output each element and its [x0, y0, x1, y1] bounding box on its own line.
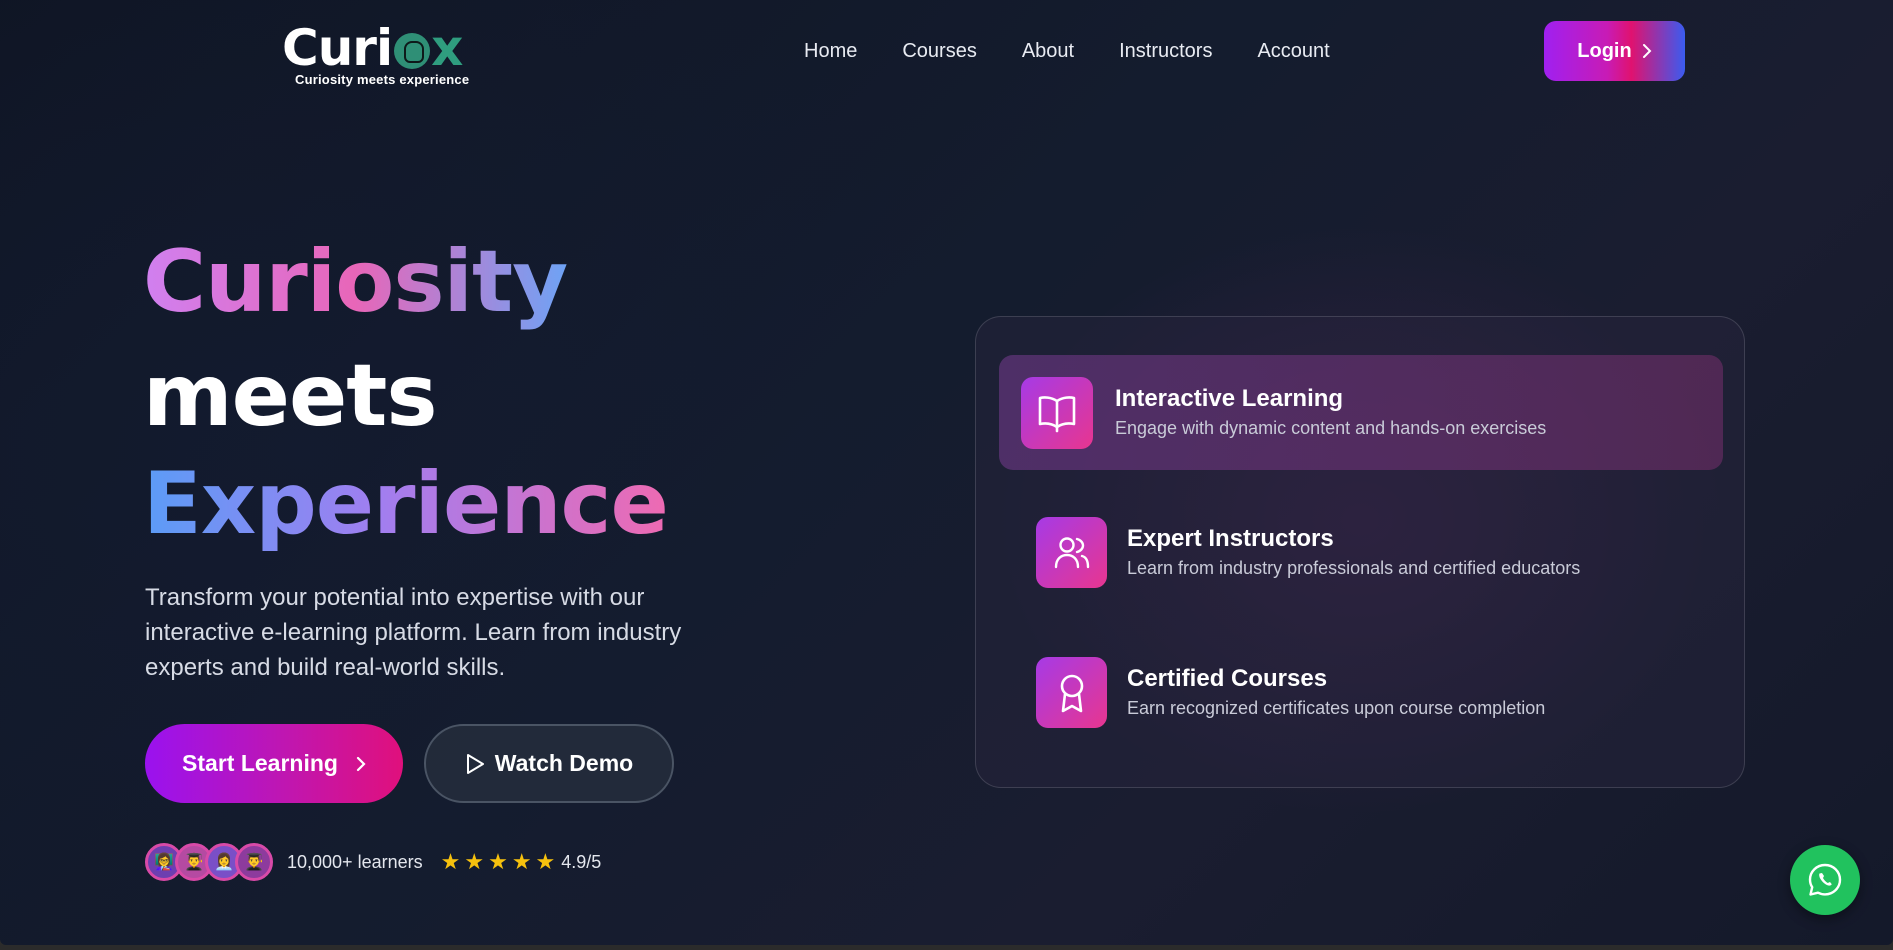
feature-desc: Earn recognized certificates upon course…: [1127, 697, 1546, 718]
hero-description: Transform your potential into expertise …: [145, 584, 682, 681]
watch-demo-button[interactable]: Watch Demo: [424, 724, 674, 803]
nav-about[interactable]: About: [1022, 40, 1074, 63]
star-icon: ★: [440, 849, 461, 874]
star-icon: ★: [464, 849, 485, 874]
feature-interactive-learning[interactable]: Interactive Learning Engage with dynamic…: [999, 355, 1723, 470]
chevron-right-icon: [356, 756, 366, 771]
feature-title: Interactive Learning: [1115, 384, 1344, 412]
social-proof: 👩‍🏫 👨‍🎓 👩‍💼 👨‍🎓 10,000+ learners ★ ★ ★ ★…: [145, 843, 601, 881]
page: Curi x Curiosity meets experience Home Co…: [0, 0, 1893, 945]
feature-title: Certified Courses: [1127, 664, 1328, 692]
chevron-right-icon: [1642, 44, 1652, 58]
star-icon: ★: [511, 849, 532, 874]
logo-text-a: Curi: [282, 19, 393, 77]
play-icon: [466, 753, 484, 774]
login-button[interactable]: Login: [1544, 21, 1685, 81]
feature-title: Expert Instructors: [1127, 524, 1334, 552]
star-icon: ★: [535, 849, 556, 874]
learner-avatars: 👩‍🏫 👨‍🎓 👩‍💼 👨‍🎓: [145, 843, 273, 881]
nav-courses[interactable]: Courses: [902, 40, 976, 63]
nav-account[interactable]: Account: [1257, 40, 1329, 63]
hero-title-line3: Experience: [143, 454, 669, 554]
nav-instructors[interactable]: Instructors: [1119, 40, 1212, 63]
rating-value: 4.9/5: [561, 851, 602, 872]
start-learning-button[interactable]: Start Learning: [145, 724, 403, 803]
feature-certified-courses[interactable]: Certified Courses Earn recognized certif…: [1036, 657, 1545, 728]
whatsapp-button[interactable]: [1790, 845, 1860, 915]
start-learning-label: Start Learning: [182, 750, 338, 776]
users-icon: [1036, 517, 1107, 588]
feature-expert-instructors[interactable]: Expert Instructors Learn from industry p…: [1036, 517, 1580, 588]
features-card: Interactive Learning Engage with dynamic…: [975, 316, 1745, 788]
whatsapp-icon: [1808, 863, 1842, 896]
hero-title-line1: Curiosity: [143, 232, 568, 332]
feature-desc: Learn from industry professionals and ce…: [1127, 557, 1581, 578]
main-nav: Home Courses About Instructors Account: [804, 40, 1375, 63]
book-icon: [1021, 376, 1093, 449]
logo-tagline: Curiosity meets experience: [295, 72, 470, 87]
star-icon: ★: [488, 849, 508, 874]
avatar: 👨‍🎓: [235, 843, 273, 881]
award-icon: [1036, 657, 1107, 728]
logo[interactable]: Curi x Curiosity meets experience: [282, 22, 494, 92]
rating-stars: ★ ★ ★ ★ ★: [441, 849, 556, 875]
logo-wordmark: Curi x: [282, 22, 494, 74]
lightbulb-brain-icon: [394, 33, 431, 69]
hero-title-line2: meets: [143, 346, 438, 446]
login-label: Login: [1577, 39, 1632, 62]
feature-desc: Engage with dynamic content and hands-on…: [1115, 417, 1547, 438]
logo-text-b: x: [431, 19, 463, 77]
nav-home[interactable]: Home: [804, 40, 857, 63]
watch-demo-label: Watch Demo: [494, 750, 634, 776]
learners-count: 10,000+ learners: [287, 851, 423, 872]
